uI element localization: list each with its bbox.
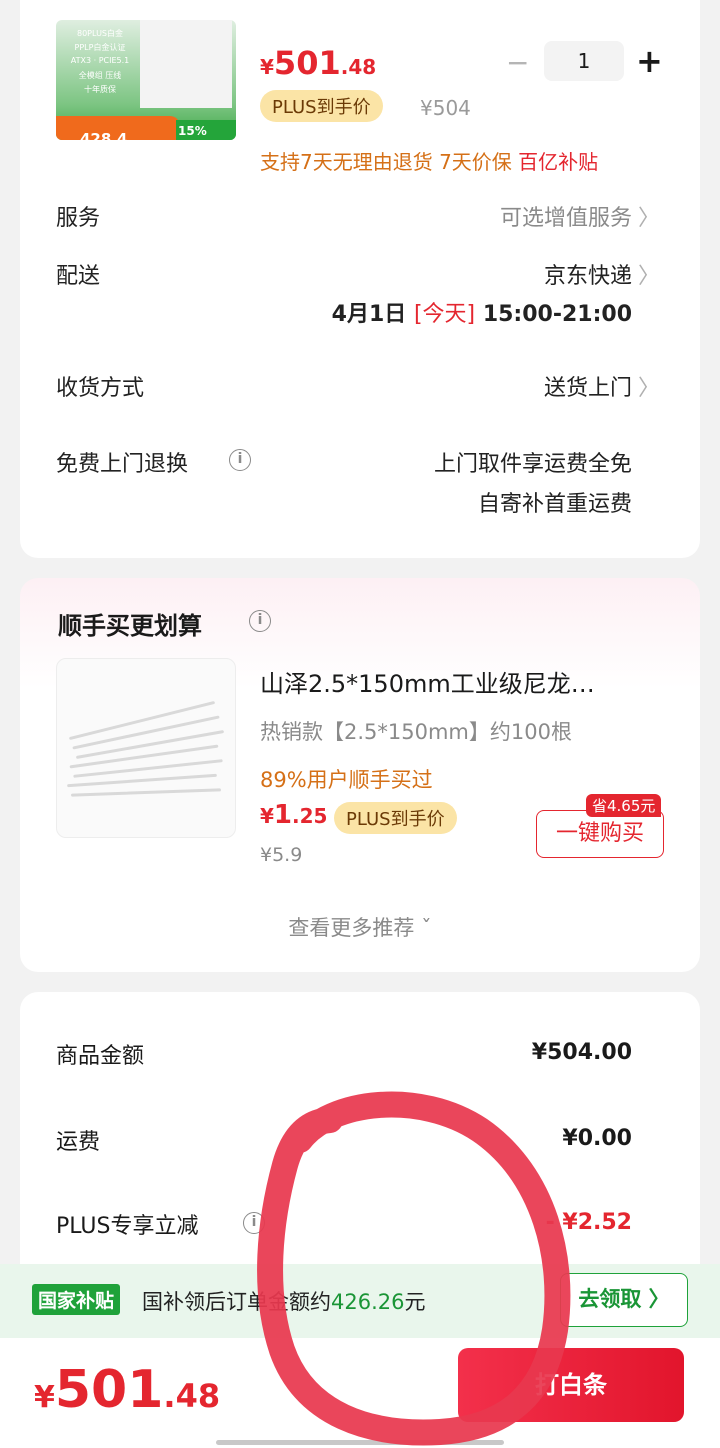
shipping-value: ¥0.00 [562,1126,632,1151]
pay-baitiao-button[interactable]: 打白条 [458,1348,684,1422]
recommend-name[interactable]: 山泽2.5*150mm工业级尼龙… [260,664,640,699]
shipping-label: 运费 [56,1130,101,1155]
receive-method-value[interactable]: 送货上门 [544,370,632,402]
chevron-right-icon[interactable]: 〉 [638,258,660,290]
plus-discount-label: PLUS专享立减 [56,1214,199,1239]
delivery-label: 配送 [56,264,101,289]
one-click-buy-button[interactable]: 一键购买 [536,810,664,858]
thumb-line: PPLP白金认证 [74,43,126,52]
free-return-value-2: 自寄补首重运费 [477,492,632,517]
claim-subsidy-button[interactable]: 去领取 〉 [560,1273,688,1327]
guarantee-text: 支持7天无理由退货 7天价保 [260,150,512,174]
recommend-buy-rate: 89%用户顺手买过 [260,768,433,792]
free-return-label: 免费上门退换 [56,452,189,477]
service-label: 服务 [56,206,101,231]
subsidy-text: 国补领后订单金额约426.26元 [142,1290,426,1314]
recommend-spec: 热销款【2.5*150mm】约100根 [260,720,572,744]
plus-discount-value: - ¥2.52 [545,1210,632,1235]
plus-price-tag: PLUS到手价 [334,802,457,834]
guarantee-line: 支持7天无理由退货 7天价保 百亿补贴 [260,146,598,175]
home-indicator[interactable] [216,1440,504,1445]
info-icon[interactable]: i [229,449,251,471]
thumb-subsidy-pct: 15% [178,124,207,138]
goods-amount-label: 商品金额 [56,1044,145,1069]
recommend-price: ¥1.25 [260,800,328,830]
recommend-thumbnail[interactable] [56,658,236,838]
thumb-price: 428.4 [80,130,128,140]
plus-price-tag: PLUS到手价 [260,90,383,122]
delivery-value[interactable]: 京东快递 [544,258,632,290]
original-price: ¥504 [420,96,471,120]
chevron-right-icon[interactable]: 〉 [638,370,660,402]
subsidy-text: 百亿补贴 [518,150,599,174]
thumb-line: 十年质保 [84,85,116,94]
service-value[interactable]: 可选增值服务 [500,200,632,232]
delivery-time[interactable]: 4月1日 [今天] 15:00-21:00 [332,296,632,328]
recommend-old-price: ¥5.9 [260,844,303,866]
info-icon[interactable]: i [249,610,271,632]
thumb-line: 80PLUS白金 [77,29,123,38]
more-recommend-link[interactable]: 查看更多推荐 ˇ [0,912,720,942]
product-price: ¥501.48 [260,44,377,82]
save-badge: 省4.65元 [586,794,662,817]
national-subsidy-badge: 国家补贴 [32,1284,121,1315]
product-thumbnail[interactable]: 80PLUS白金 PPLP白金认证 ATX3 · PCIE5.1 全模组 压线 … [56,20,236,140]
qty-plus-button[interactable]: + [636,42,663,80]
thumb-line: ATX3 · PCIE5.1 [70,56,130,65]
qty-input[interactable]: 1 [544,41,624,81]
recommend-title: 顺手买更划算 [58,612,202,640]
chevron-right-icon[interactable]: 〉 [638,200,660,232]
goods-amount-value: ¥504.00 [531,1040,632,1065]
receive-method-label: 收货方式 [56,376,145,401]
total-price: ¥501.48 [34,1360,221,1420]
info-icon[interactable]: i [243,1212,265,1234]
free-return-value: 上门取件享运费全免 [433,452,632,477]
qty-minus-button[interactable]: − [506,46,529,79]
thumb-line: 全模组 压线 [78,71,122,80]
product-image-box [140,20,232,108]
